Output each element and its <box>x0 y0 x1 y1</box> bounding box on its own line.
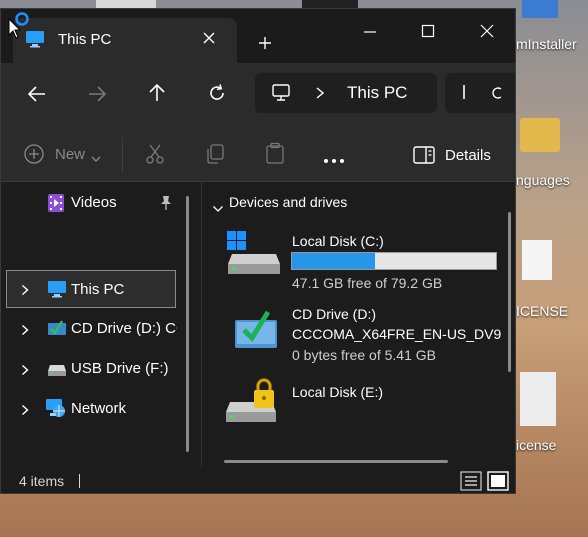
search-partial-glyph <box>463 85 468 99</box>
item-count: 4 items <box>19 473 65 489</box>
copy-icon[interactable] <box>205 143 225 170</box>
forward-icon[interactable] <box>87 84 107 109</box>
desktop-icon-top-right[interactable] <box>522 0 558 18</box>
search-icon[interactable] <box>491 85 505 106</box>
back-icon[interactable] <box>27 84 47 109</box>
drive-d-free-text: 0 bytes free of 5.41 GB <box>292 347 436 363</box>
cd-drive-icon <box>47 319 67 342</box>
nav-label-usb-drive: USB Drive (F:) <box>71 360 169 377</box>
desktop-label-license2[interactable]: icense <box>516 437 556 453</box>
desktop-icon-top-mid[interactable] <box>302 0 358 8</box>
nav-scrollbar[interactable] <box>186 196 189 452</box>
close-window-icon[interactable] <box>479 23 495 44</box>
more-options-icon[interactable] <box>323 151 345 169</box>
windows-drive-icon <box>224 228 282 283</box>
desktop-icon-top-left[interactable] <box>96 0 156 8</box>
drive-d-name: CD Drive (D:) <box>292 306 376 322</box>
tab-title: This PC <box>58 31 112 48</box>
nav-item-usb-drive[interactable]: USB Drive (F:) <box>7 356 177 382</box>
plus-circle-icon <box>23 143 45 170</box>
group-header[interactable]: Devices and drives <box>212 194 412 216</box>
drive-c-name: Local Disk (C:) <box>292 233 384 249</box>
nav-label-network: Network <box>71 400 127 417</box>
drive-item-e[interactable]: Local Disk (E:) <box>224 378 504 426</box>
chevron-right-icon[interactable] <box>21 283 29 301</box>
group-label: Devices and drives <box>229 194 348 210</box>
minimize-icon[interactable] <box>363 25 377 44</box>
chevron-down-icon[interactable] <box>212 200 224 218</box>
search-box[interactable] <box>445 73 515 113</box>
content-vertical-scrollbar[interactable] <box>508 212 511 372</box>
content-pane: Devices and drives Local Disk (C:) 47.1 … <box>202 182 515 467</box>
status-divider <box>79 474 80 488</box>
computer-icon <box>271 83 291 108</box>
title-bar: This PC <box>1 9 515 63</box>
nav-label-cd-drive: CD Drive (D:) CC <box>71 320 177 337</box>
desktop-label-installer[interactable]: mInstaller <box>516 36 577 52</box>
cd-install-icon <box>232 306 280 355</box>
nav-item-videos[interactable]: Videos <box>7 191 177 217</box>
chevron-right-icon[interactable] <box>21 363 29 381</box>
nav-item-cd-drive[interactable]: CD Drive (D:) CC <box>7 316 177 342</box>
desktop-file-icon-1[interactable] <box>522 240 552 280</box>
new-label: New <box>55 146 86 163</box>
details-pane-icon <box>413 146 435 169</box>
toolbar-divider <box>122 137 123 173</box>
nav-label-videos: Videos <box>71 194 117 211</box>
up-icon[interactable] <box>147 83 167 108</box>
drive-c-free-text: 47.1 GB free of 79.2 GB <box>292 275 443 291</box>
refresh-icon[interactable] <box>207 83 227 108</box>
usb-drive-icon <box>47 361 67 382</box>
monitor-icon <box>25 30 45 53</box>
status-bar: 4 items <box>1 467 515 493</box>
maximize-icon[interactable] <box>421 24 435 43</box>
address-bar[interactable]: This PC <box>255 73 437 113</box>
content-horizontal-scrollbar[interactable] <box>224 460 448 463</box>
chevron-right-icon[interactable] <box>21 403 29 421</box>
details-view-icon[interactable] <box>460 471 482 493</box>
chevron-right-icon[interactable] <box>21 323 29 341</box>
desktop-label-languages[interactable]: nguages <box>516 172 570 188</box>
desktop-label-license[interactable]: ICENSE <box>516 303 568 319</box>
drive-d-volume: CCCOMA_X64FRE_EN-US_DV9 <box>292 326 502 342</box>
nav-item-network[interactable]: Network <box>7 396 177 422</box>
new-button[interactable]: New <box>23 143 109 165</box>
drive-e-name: Local Disk (E:) <box>292 384 384 400</box>
network-icon <box>45 398 67 423</box>
desktop-file-icon-2[interactable] <box>520 372 556 426</box>
paste-icon[interactable] <box>265 142 285 169</box>
drive-item-d[interactable]: CD Drive (D:) CCCOMA_X64FRE_EN-US_DV9 0 … <box>224 302 514 368</box>
details-button[interactable]: Details <box>413 145 503 167</box>
tab-this-pc[interactable]: This PC <box>13 18 237 63</box>
address-path: This PC <box>347 83 408 102</box>
pin-icon[interactable] <box>159 195 173 216</box>
close-tab-icon[interactable] <box>201 30 217 51</box>
command-bar: New Details <box>1 125 515 182</box>
chevron-right-icon[interactable] <box>315 86 325 105</box>
locked-drive-icon <box>224 378 284 431</box>
drive-c-usage-bar <box>291 252 497 270</box>
drive-c-usage-fill <box>292 253 375 269</box>
nav-label-this-pc: This PC <box>71 281 125 298</box>
navigation-pane: Videos This PC CD Drive (D:) CC USB Driv… <box>1 182 201 467</box>
new-tab-icon[interactable] <box>257 35 273 56</box>
tiles-view-icon[interactable] <box>487 471 509 493</box>
drive-item-c[interactable]: Local Disk (C:) 47.1 GB free of 79.2 GB <box>224 226 504 292</box>
chevron-down-icon <box>91 150 101 168</box>
busy-spinner-icon <box>14 11 30 32</box>
navigation-bar: This PC <box>1 63 515 125</box>
videos-folder-icon <box>47 193 65 218</box>
file-explorer-window: This PC This PC New Details Videos This … <box>0 8 516 494</box>
nav-item-this-pc[interactable]: This PC <box>6 270 176 308</box>
cut-icon[interactable] <box>145 143 165 170</box>
details-label: Details <box>445 147 491 164</box>
desktop-icon-folder[interactable] <box>520 118 560 152</box>
this-pc-icon <box>47 280 67 303</box>
